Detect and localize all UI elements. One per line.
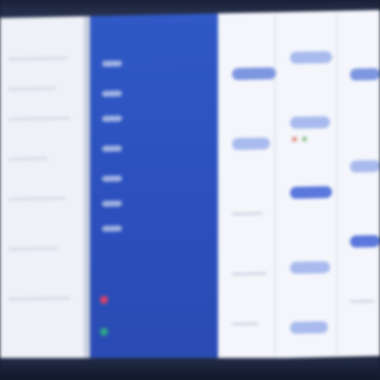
status-dot-green (100, 327, 108, 336)
text-line (8, 156, 48, 161)
sidebar-item[interactable] (102, 225, 122, 232)
left-panel (0, 16, 84, 364)
task-chip[interactable] (232, 137, 270, 151)
task-chip[interactable] (350, 160, 380, 173)
text-line (8, 246, 58, 251)
text-line (8, 56, 68, 61)
sidebar (90, 13, 218, 363)
marker-dot (302, 136, 307, 142)
text-line (8, 296, 70, 301)
sidebar-item[interactable] (102, 60, 122, 67)
text-line (8, 196, 66, 201)
status-dot-red (100, 295, 108, 304)
task-chip[interactable] (290, 116, 330, 129)
board (218, 10, 380, 360)
marker-dot (292, 136, 297, 142)
text-line (232, 212, 262, 216)
monitor-bezel-bottom (0, 358, 380, 380)
column-separator (336, 10, 338, 357)
text-line (232, 272, 266, 276)
sidebar-item[interactable] (102, 200, 122, 207)
sidebar-item[interactable] (102, 145, 122, 152)
text-line (8, 116, 70, 121)
blurred-screen (0, 10, 380, 364)
sidebar-item[interactable] (102, 90, 122, 97)
monitor-photo (0, 0, 380, 380)
sidebar-item[interactable] (102, 115, 122, 122)
task-chip[interactable] (232, 67, 276, 81)
task-chip[interactable] (350, 68, 380, 81)
task-chip[interactable] (290, 261, 330, 274)
column-separator (274, 12, 276, 359)
text-line (8, 86, 56, 91)
task-chip[interactable] (290, 321, 328, 334)
text-line (232, 322, 258, 326)
task-chip[interactable] (290, 186, 332, 199)
text-line (350, 300, 374, 303)
sidebar-item[interactable] (102, 175, 122, 182)
task-chip[interactable] (350, 235, 380, 248)
task-chip[interactable] (290, 51, 332, 64)
